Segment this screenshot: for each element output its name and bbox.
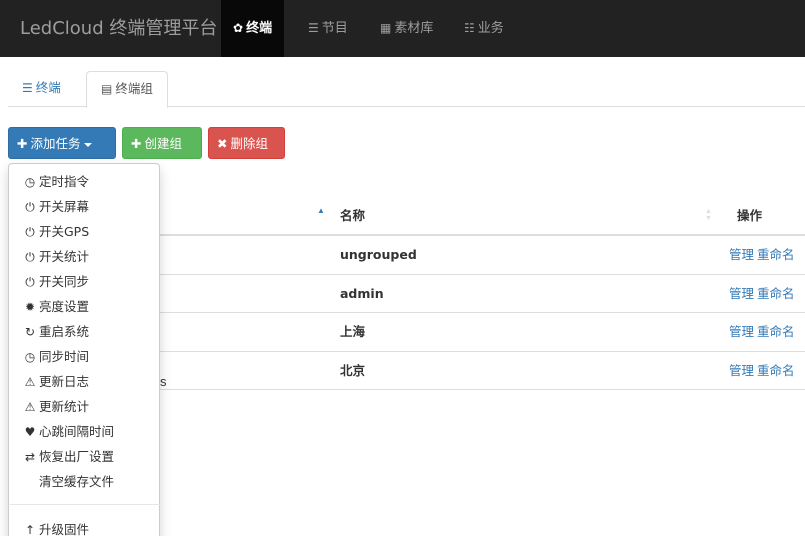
nav-item-label: 终端 <box>246 21 273 36</box>
plus-icon: ✚ <box>17 136 28 151</box>
column-header-actions: 操作 <box>737 208 763 223</box>
power-icon: ⏻ <box>25 275 35 289</box>
tab-terminal[interactable]: ☰ 终端 <box>8 71 75 107</box>
sort-icon[interactable]: ▲ ▼ <box>705 208 712 222</box>
menu-item-label: 亮度设置 <box>39 299 90 314</box>
brand-title[interactable]: LedCloud 终端管理平台 <box>20 0 217 57</box>
table-icon: ▤ <box>101 82 113 96</box>
nav-item-label: 素材库 <box>394 21 434 36</box>
warning-icon: ⚠ <box>24 400 36 414</box>
manage-link[interactable]: 管理 <box>729 363 754 378</box>
menu-item-label: 开关屏幕 <box>39 199 90 214</box>
group-name: ungrouped <box>340 247 417 262</box>
add-task-button[interactable]: ✚ 添加任务 <box>8 127 116 159</box>
rename-link[interactable]: 重命名 <box>757 324 795 339</box>
nav-item-business[interactable]: ☷ 业务 <box>464 0 504 57</box>
sort-asc-icon[interactable]: ▲ <box>317 206 325 215</box>
nav-item-label: 节目 <box>321 21 348 36</box>
caret-down-icon <box>83 142 92 147</box>
power-icon: ⏻ <box>25 225 35 239</box>
plus-icon: ✚ <box>131 136 142 151</box>
grid-icon: ▦ <box>380 21 392 35</box>
menu-item-label: 同步时间 <box>39 349 90 364</box>
group-name: 北京 <box>340 362 366 378</box>
clock-icon: ◷ <box>24 350 36 364</box>
menu-item-label: 心跳间隔时间 <box>39 424 115 439</box>
arrow-up-icon: ↑ <box>24 523 36 536</box>
row-actions: 管理 重命名 <box>729 275 795 313</box>
rename-link[interactable]: 重命名 <box>757 247 795 262</box>
menu-item-label: 恢复出厂设置 <box>39 449 115 464</box>
menu-item-sync-time[interactable]: ◷ 同步时间 <box>9 344 159 369</box>
row-actions: 管理 重命名 <box>729 313 795 351</box>
retweet-icon: ⇄ <box>24 450 36 464</box>
menu-item-toggle-gps[interactable]: ⏻ 开关GPS <box>9 219 159 244</box>
menu-item-factory-reset[interactable]: ⇄ 恢复出厂设置 <box>9 444 159 469</box>
nav-item-library[interactable]: ▦ 素材库 <box>380 0 433 57</box>
group-name: 上海 <box>340 324 366 339</box>
warning-icon: ⚠ <box>24 375 36 389</box>
menu-item-label: 重启系统 <box>39 324 90 339</box>
group-name: admin <box>340 285 384 301</box>
menu-item-label: 更新统计 <box>39 399 90 414</box>
remove-icon: ✖ <box>217 136 228 151</box>
manage-link[interactable]: 管理 <box>729 324 754 339</box>
menu-item-label: 清空缓存文件 <box>39 474 115 489</box>
menu-item-toggle-screen[interactable]: ⏻ 开关屏幕 <box>9 194 159 219</box>
menu-item-upgrade-firmware[interactable]: ↑ 升级固件 <box>9 517 159 536</box>
tab-terminal-group[interactable]: ▤ 终端组 <box>86 71 168 108</box>
add-task-dropdown-menu: ◷ 定时指令 ⏻ 开关屏幕 ⏻ 开关GPS ⏻ 开关统计 ⏻ 开关同步 ✹ 亮度设置 ↻ 重启… <box>8 163 160 536</box>
gear-icon: ✿ <box>233 21 244 35</box>
refresh-icon: ↻ <box>24 325 36 339</box>
list-icon: ☰ <box>308 21 319 35</box>
menu-item-toggle-sync[interactable]: ⏻ 开关同步 <box>9 269 159 294</box>
menu-item-update-log[interactable]: ⚠ 更新日志 <box>9 369 159 394</box>
menu-item-label: 开关统计 <box>39 249 90 264</box>
menu-item-reboot[interactable]: ↻ 重启系统 <box>9 319 159 344</box>
menu-item-update-stats[interactable]: ⚠ 更新统计 <box>9 394 159 419</box>
nav-item-programs[interactable]: ☰ 节目 <box>308 0 348 57</box>
menu-item-label: 升级固件 <box>39 522 90 536</box>
brightness-icon: ✹ <box>24 300 36 314</box>
list-icon: ☰ <box>22 81 33 95</box>
nav-item-terminal[interactable]: ✿ 终端 <box>221 0 285 57</box>
tab-label: 终端 <box>35 80 61 95</box>
column-header-name[interactable]: 名称 <box>340 196 365 236</box>
add-task-label: 添加任务 <box>30 136 81 151</box>
top-navbar: LedCloud 终端管理平台 ✿ 终端 ☰ 节目 ▦ 素材库 ☷ 业务 <box>0 0 805 57</box>
create-group-button[interactable]: ✚ 创建组 <box>122 127 202 159</box>
power-icon: ⏻ <box>25 250 35 264</box>
delete-group-button[interactable]: ✖ 删除组 <box>208 127 285 159</box>
delete-group-label: 删除组 <box>230 136 268 151</box>
tab-bar: ☰ 终端 ▤ 终端组 <box>8 71 805 108</box>
manage-link[interactable]: 管理 <box>729 247 754 262</box>
tab-label: 终端组 <box>115 81 153 96</box>
create-group-label: 创建组 <box>144 136 182 151</box>
power-icon: ⏻ <box>25 200 35 214</box>
rename-link[interactable]: 重命名 <box>757 363 795 378</box>
table-info: s <box>160 374 167 389</box>
rename-link[interactable]: 重命名 <box>757 286 795 301</box>
menu-item-label: 更新日志 <box>39 374 90 389</box>
menu-item-toggle-stats[interactable]: ⏻ 开关统计 <box>9 244 159 269</box>
row-actions: 管理 重命名 <box>729 236 795 274</box>
menu-item-label: 开关同步 <box>39 274 90 289</box>
nav-item-label: 业务 <box>477 21 504 36</box>
menu-item-brightness[interactable]: ✹ 亮度设置 <box>9 294 159 319</box>
clock-icon: ◷ <box>24 175 36 189</box>
menu-item-heartbeat[interactable]: ♥ 心跳间隔时间 <box>9 419 159 444</box>
menu-divider <box>10 504 160 505</box>
heart-icon: ♥ <box>24 425 36 439</box>
menu-item-scheduled-command[interactable]: ◷ 定时指令 <box>9 169 159 194</box>
menu-item-label: 定时指令 <box>39 174 90 189</box>
menu-item-label: 开关GPS <box>39 224 90 239</box>
tasks-icon: ☷ <box>464 21 475 35</box>
row-actions: 管理 重命名 <box>729 352 795 390</box>
menu-item-clear-cache[interactable]: 清空缓存文件 <box>9 469 159 494</box>
manage-link[interactable]: 管理 <box>729 286 754 301</box>
